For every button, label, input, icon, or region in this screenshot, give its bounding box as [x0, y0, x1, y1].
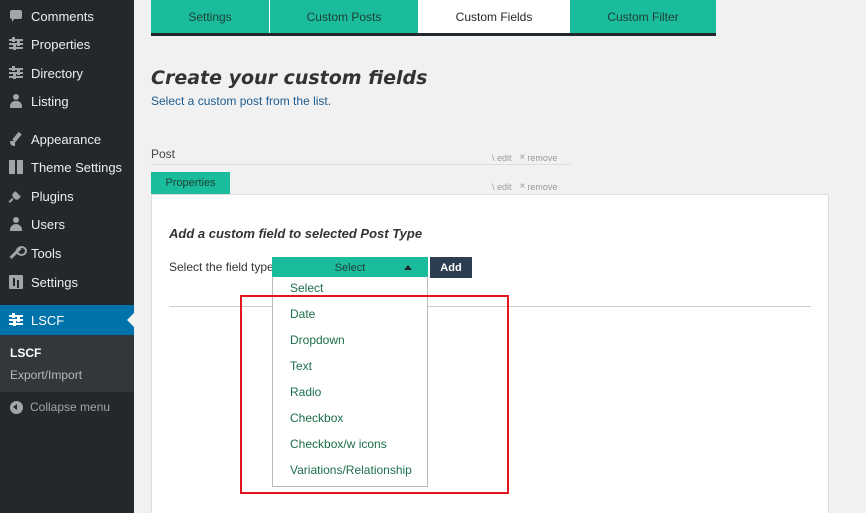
menu-label: Users [31, 216, 65, 232]
grid-icon [9, 160, 23, 174]
menu-label: Comments [31, 8, 94, 24]
panel-title: Add a custom field to selected Post Type [169, 226, 423, 241]
collapse-menu-button[interactable]: Collapse menu [0, 396, 134, 418]
remove-icon: × [519, 152, 526, 163]
sliders-icon [9, 37, 23, 51]
properties-actions: \ edit × remove [492, 181, 557, 192]
field-type-select[interactable]: Select [272, 257, 428, 278]
tab-custom-posts[interactable]: Custom Posts [270, 0, 419, 33]
menu-label: Theme Settings [31, 159, 123, 175]
plugin-icon [9, 189, 23, 203]
comments-icon [9, 9, 23, 23]
group-icon [9, 94, 23, 108]
menu-label: LSCF [31, 312, 65, 328]
admin-sidebar: Comments Properties Directory Listing Ap… [0, 0, 134, 513]
menu-label: Plugins [31, 188, 74, 204]
plugin-tabs: Settings Custom Posts Custom Fields Cust… [151, 0, 716, 36]
post-label: Post [151, 147, 176, 161]
submenu-item-export-import[interactable]: Export/Import [10, 368, 82, 382]
menu-label: Properties [31, 36, 91, 52]
menu-item-tools[interactable]: Tools [0, 239, 134, 267]
collapse-icon [10, 400, 23, 414]
menu-item-directory[interactable]: Directory [0, 59, 134, 87]
tab-custom-fields[interactable]: Custom Fields [419, 0, 570, 33]
wrench-icon [9, 246, 27, 260]
menu-item-lscf[interactable]: LSCF [0, 305, 134, 335]
page-title: Create your custom fields [151, 67, 428, 89]
menu-item-appearance[interactable]: Appearance [0, 125, 134, 153]
menu-label: Directory [31, 65, 84, 81]
remove-link[interactable]: remove [527, 153, 557, 163]
menu-label: Tools [31, 245, 62, 261]
menu-item-listing[interactable]: Listing [0, 87, 134, 115]
menu-item-users[interactable]: Users [0, 210, 134, 238]
menu-item-properties[interactable]: Properties [0, 30, 134, 58]
edit-link[interactable]: edit [497, 153, 512, 163]
brush-icon [9, 132, 23, 146]
field-type-label: Select the field type [169, 260, 274, 274]
menu-label: Listing [31, 93, 69, 109]
caret-up-icon [404, 265, 412, 270]
post-actions: \ edit × remove [492, 152, 557, 163]
menu-label: Settings [31, 274, 78, 290]
selected-post-tab[interactable]: Properties [151, 172, 230, 194]
tab-custom-filter[interactable]: Custom Filter [570, 0, 716, 33]
dropdown-option-select[interactable]: Select [290, 281, 323, 295]
tab-settings[interactable]: Settings [151, 0, 270, 33]
menu-item-settings[interactable]: Settings [0, 268, 134, 296]
edit-link[interactable]: edit [497, 182, 512, 192]
menu-label: Appearance [31, 131, 102, 147]
add-button[interactable]: Add [430, 257, 472, 278]
lscf-submenu: LSCF Export/Import [0, 335, 134, 392]
page-subtitle: Select a custom post from the list. [151, 94, 332, 108]
active-indicator [127, 313, 134, 327]
menu-item-comments[interactable]: Comments [0, 2, 134, 30]
menu-item-plugins[interactable]: Plugins [0, 182, 134, 210]
highlight-box [240, 295, 509, 494]
remove-icon: × [519, 181, 526, 192]
menu-item-theme-settings[interactable]: Theme Settings [0, 153, 134, 181]
post-divider [151, 164, 571, 165]
sliders-icon [9, 66, 23, 80]
select-value: Select [334, 261, 366, 274]
sliders-icon [9, 313, 23, 327]
remove-link[interactable]: remove [527, 182, 557, 192]
settings-icon [9, 275, 23, 289]
collapse-label: Collapse menu [30, 400, 111, 414]
submenu-item-lscf[interactable]: LSCF [10, 346, 41, 360]
user-icon [9, 217, 23, 231]
